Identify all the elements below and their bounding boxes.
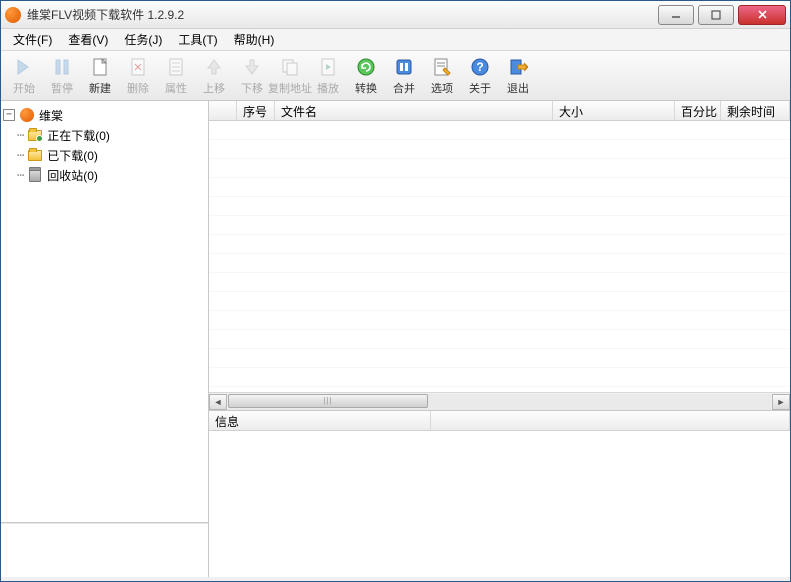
tree-connector-icon: ⋯: [17, 128, 25, 142]
about-button[interactable]: ? 关于: [463, 54, 497, 98]
start-button[interactable]: 开始: [7, 54, 41, 98]
statusbar: [1, 577, 790, 581]
pause-icon: [51, 56, 73, 78]
exit-button[interactable]: 退出: [501, 54, 535, 98]
sidebar: − 维棠 ⋯ 正在下载(0) ⋯ 已下载(0) ⋯ 回收站(0): [1, 101, 209, 581]
info-header: 信息: [209, 411, 790, 431]
info-pane: 信息: [209, 411, 790, 581]
help-icon: ?: [469, 56, 491, 78]
scroll-left-button[interactable]: ◄: [209, 394, 227, 410]
delete-button[interactable]: 删除: [121, 54, 155, 98]
task-list: 序号 文件名 大小 百分比 剩余时间 ◄ ►: [209, 101, 790, 411]
properties-icon: [165, 56, 187, 78]
tree-root-label: 维棠: [39, 107, 63, 124]
scroll-right-button[interactable]: ►: [772, 394, 790, 410]
merge-button[interactable]: 合并: [387, 54, 421, 98]
copyurl-button[interactable]: 复制地址: [273, 54, 307, 98]
tree-downloaded[interactable]: ⋯ 已下载(0): [3, 145, 206, 165]
close-button[interactable]: [738, 5, 786, 25]
trash-icon: [27, 167, 43, 183]
tree-connector-icon: ⋯: [17, 148, 25, 162]
options-button[interactable]: 选项: [425, 54, 459, 98]
pause-button[interactable]: 暂停: [45, 54, 79, 98]
movedown-button[interactable]: 下移: [235, 54, 269, 98]
play-button[interactable]: 播放: [311, 54, 345, 98]
collapse-icon[interactable]: −: [3, 109, 15, 121]
info-body[interactable]: [209, 431, 790, 581]
new-file-icon: [89, 56, 111, 78]
list-body[interactable]: [209, 121, 790, 392]
play-file-icon: [317, 56, 339, 78]
app-icon: [5, 7, 21, 23]
toolbar: 开始 暂停 新建 删除 属性 上移 下移 复制地址: [1, 51, 790, 101]
menu-task[interactable]: 任务(J): [116, 29, 170, 50]
sidebar-preview-pane: [1, 523, 208, 581]
delete-file-icon: [127, 56, 149, 78]
menubar: 文件(F) 查看(V) 任务(J) 工具(T) 帮助(H): [1, 29, 790, 51]
arrow-down-icon: [241, 56, 263, 78]
new-button[interactable]: 新建: [83, 54, 117, 98]
menu-file[interactable]: 文件(F): [5, 29, 60, 50]
tree-recycle[interactable]: ⋯ 回收站(0): [3, 165, 206, 185]
props-button[interactable]: 属性: [159, 54, 193, 98]
col-info[interactable]: 信息: [209, 411, 431, 430]
menu-view[interactable]: 查看(V): [60, 29, 116, 50]
tree-view[interactable]: − 维棠 ⋯ 正在下载(0) ⋯ 已下载(0) ⋯ 回收站(0): [1, 101, 208, 523]
copy-icon: [279, 56, 301, 78]
arrow-up-icon: [203, 56, 225, 78]
minimize-button[interactable]: [658, 5, 694, 25]
tree-downloading[interactable]: ⋯ 正在下载(0): [3, 125, 206, 145]
content-area: − 维棠 ⋯ 正在下载(0) ⋯ 已下载(0) ⋯ 回收站(0): [1, 101, 790, 581]
maximize-button[interactable]: [698, 5, 734, 25]
tree-connector-icon: ⋯: [17, 168, 25, 182]
main-pane: 序号 文件名 大小 百分比 剩余时间 ◄ ► 信息: [209, 101, 790, 581]
folder-downloaded-icon: [27, 147, 43, 163]
col-info-blank[interactable]: [431, 411, 790, 430]
horizontal-scrollbar[interactable]: ◄ ►: [209, 392, 790, 410]
col-remaining[interactable]: 剩余时间: [721, 101, 790, 120]
list-header: 序号 文件名 大小 百分比 剩余时间: [209, 101, 790, 121]
convert-icon: [355, 56, 377, 78]
tree-root[interactable]: − 维棠: [3, 105, 206, 125]
moveup-button[interactable]: 上移: [197, 54, 231, 98]
exit-icon: [507, 56, 529, 78]
col-blank[interactable]: [209, 101, 237, 120]
window-controls: [654, 5, 786, 25]
menu-tools[interactable]: 工具(T): [170, 29, 225, 50]
application-window: 维棠FLV视频下载软件 1.2.9.2 文件(F) 查看(V) 任务(J) 工具…: [0, 0, 791, 582]
window-title: 维棠FLV视频下载软件 1.2.9.2: [27, 6, 654, 23]
app-root-icon: [19, 107, 35, 123]
play-arrow-icon: [13, 56, 35, 78]
folder-downloading-icon: [27, 127, 43, 143]
col-percent[interactable]: 百分比: [675, 101, 721, 120]
tree-recycle-label: 回收站(0): [47, 167, 98, 184]
tree-downloaded-label: 已下载(0): [47, 147, 98, 164]
menu-help[interactable]: 帮助(H): [226, 29, 283, 50]
scroll-thumb[interactable]: [228, 394, 428, 408]
options-icon: [431, 56, 453, 78]
col-filename[interactable]: 文件名: [275, 101, 553, 120]
scroll-track[interactable]: [228, 394, 771, 410]
convert-button[interactable]: 转换: [349, 54, 383, 98]
svg-text:?: ?: [476, 60, 483, 74]
col-size[interactable]: 大小: [553, 101, 675, 120]
col-seq[interactable]: 序号: [237, 101, 275, 120]
titlebar[interactable]: 维棠FLV视频下载软件 1.2.9.2: [1, 1, 790, 29]
tree-downloading-label: 正在下载(0): [47, 127, 110, 144]
merge-icon: [393, 56, 415, 78]
